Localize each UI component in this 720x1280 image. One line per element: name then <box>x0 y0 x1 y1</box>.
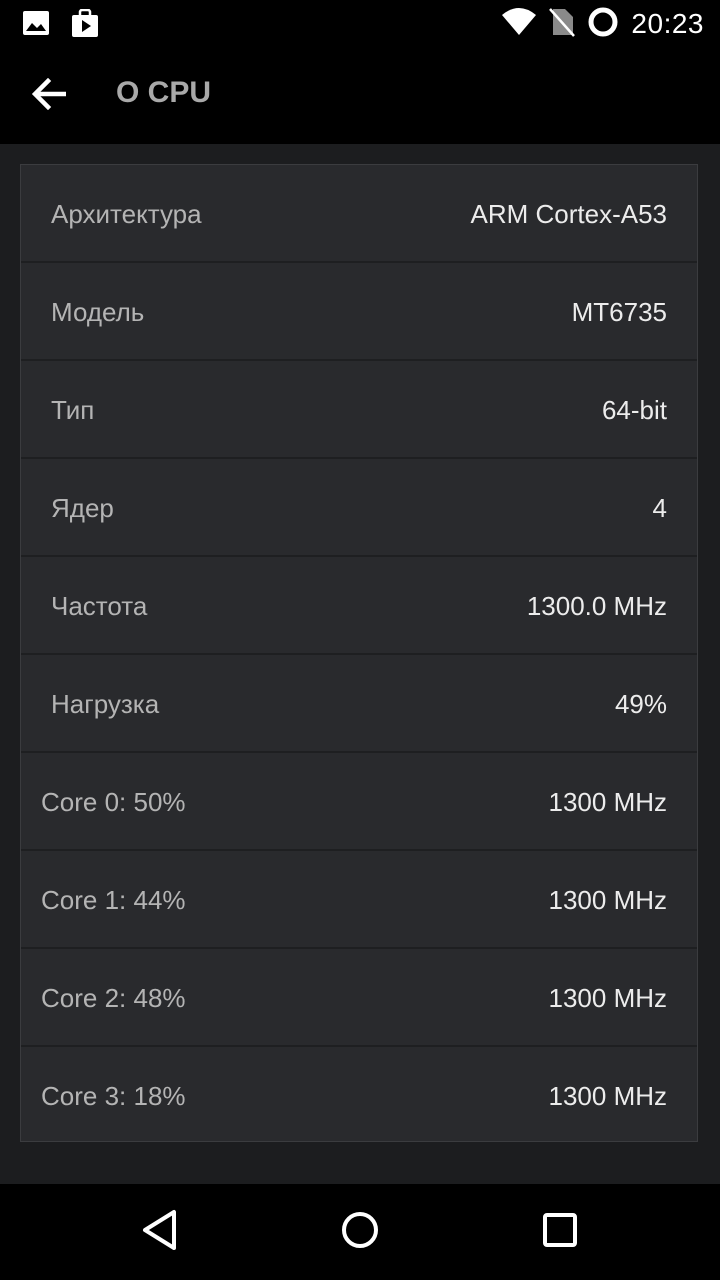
nav-recents-button[interactable] <box>536 1208 584 1256</box>
info-row-load: Нагрузка 49% <box>21 655 697 753</box>
info-row-label: Ядер <box>51 493 114 523</box>
navigation-bar <box>0 1184 720 1280</box>
info-row-value: 64-bit <box>601 395 667 425</box>
status-bar: 20:23 <box>0 0 720 48</box>
info-row-label: Нагрузка <box>51 689 160 719</box>
info-row-label: Модель <box>51 297 145 327</box>
home-circle-icon <box>340 1210 380 1254</box>
image-icon <box>22 9 50 43</box>
info-row-label: Тип <box>51 395 95 425</box>
nav-back-button[interactable] <box>136 1208 184 1256</box>
cpu-info-card: Архитектура ARM Cortex-A53 Модель MT6735… <box>20 164 698 1142</box>
info-row-value: 49% <box>614 689 667 719</box>
info-row-label: Архитектура <box>51 199 202 229</box>
core-row-label: Core 1: 44% <box>41 885 186 915</box>
core-row-label: Core 3: 18% <box>41 1081 186 1111</box>
no-sim-icon <box>549 7 576 41</box>
back-button[interactable] <box>22 70 78 122</box>
info-row-value: 1300.0 MHz <box>526 591 667 621</box>
core-row-label: Core 0: 50% <box>41 787 186 817</box>
app-bar: О CPU <box>0 48 720 144</box>
info-row-type: Тип 64-bit <box>21 361 697 459</box>
core-row-value: 1300 MHz <box>548 885 668 915</box>
core-row-3: Core 3: 18% 1300 MHz <box>21 1047 697 1145</box>
nav-home-button[interactable] <box>336 1208 384 1256</box>
status-time: 20:23 <box>631 8 704 39</box>
info-row-value: 4 <box>652 493 667 523</box>
recents-square-icon <box>542 1212 578 1252</box>
screen: 20:23 О CPU Архитектура ARM Cortex-A53 М… <box>0 0 720 1280</box>
back-triangle-icon <box>140 1209 180 1255</box>
core-row-1: Core 1: 44% 1300 MHz <box>21 851 697 949</box>
info-row-architecture: Архитектура ARM Cortex-A53 <box>21 165 697 263</box>
wifi-icon <box>501 7 537 41</box>
core-row-value: 1300 MHz <box>548 983 668 1013</box>
info-row-value: ARM Cortex-A53 <box>470 199 668 229</box>
info-row-model: Модель MT6735 <box>21 263 697 361</box>
info-row-value: MT6735 <box>571 297 667 327</box>
status-bar-right: 20:23 <box>501 6 704 42</box>
info-row-cores: Ядер 4 <box>21 459 697 557</box>
core-row-2: Core 2: 48% 1300 MHz <box>21 949 697 1047</box>
core-row-label: Core 2: 48% <box>41 983 186 1013</box>
status-bar-left <box>22 8 100 43</box>
page-title: О CPU <box>116 76 212 109</box>
arrow-back-icon <box>31 77 68 114</box>
core-row-value: 1300 MHz <box>548 787 668 817</box>
core-row-value: 1300 MHz <box>548 1081 668 1111</box>
info-row-frequency: Частота 1300.0 MHz <box>21 557 697 655</box>
sync-circle-icon <box>587 6 619 42</box>
core-row-0: Core 0: 50% 1300 MHz <box>21 753 697 851</box>
store-icon <box>70 8 100 43</box>
info-row-label: Частота <box>51 591 148 621</box>
